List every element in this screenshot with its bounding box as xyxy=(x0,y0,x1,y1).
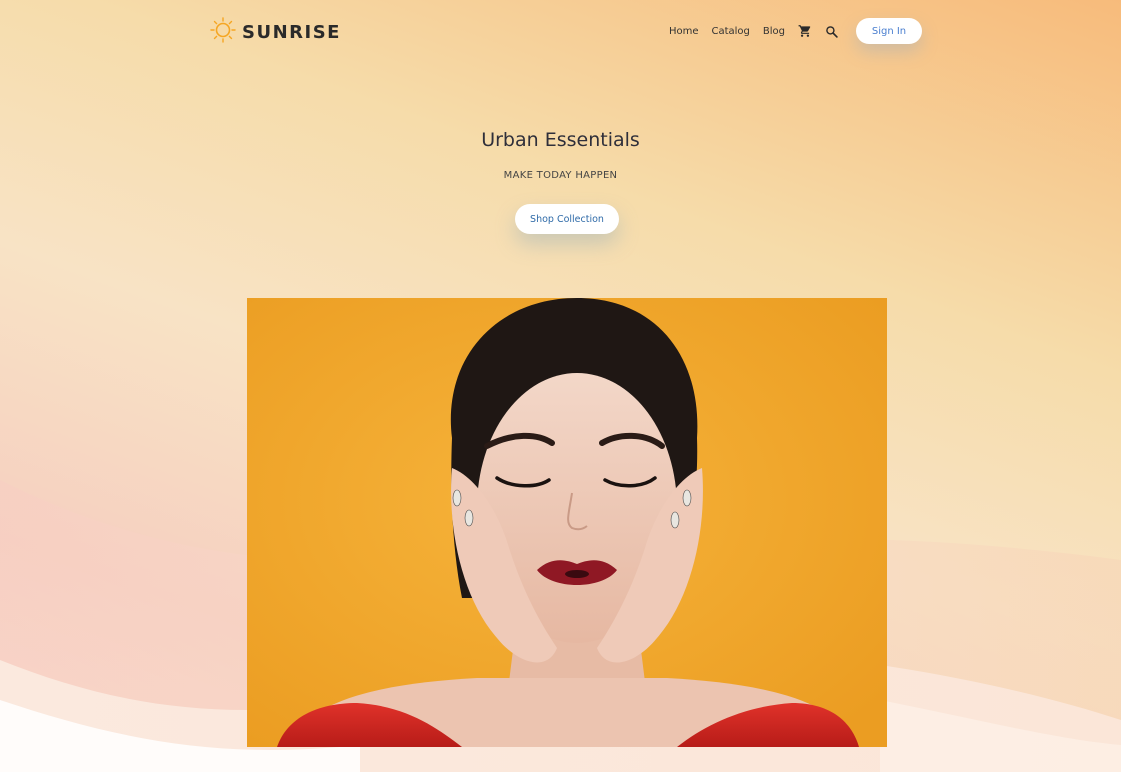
search-icon[interactable] xyxy=(825,25,838,38)
nav-link-blog[interactable]: Blog xyxy=(763,26,785,37)
nav-link-home[interactable]: Home xyxy=(669,26,699,37)
hero-title: Urban Essentials xyxy=(481,129,640,151)
nav-link-catalog[interactable]: Catalog xyxy=(711,26,749,37)
shop-collection-button[interactable]: Shop Collection xyxy=(515,204,619,234)
sign-in-button[interactable]: Sign In xyxy=(856,18,922,44)
brand-name: SUNRISE xyxy=(242,21,341,43)
hero-image xyxy=(247,298,887,747)
hero-subtitle: MAKE TODAY HAPPEN xyxy=(503,170,618,181)
sun-icon xyxy=(210,17,236,47)
landing-page: SUNRISE Home Catalog Blog Sign In Urban … xyxy=(0,0,1121,772)
main-nav: Home Catalog Blog Sign In xyxy=(669,17,922,45)
cart-icon[interactable] xyxy=(798,24,812,38)
brand-logo[interactable]: SUNRISE xyxy=(210,17,341,47)
portrait-illustration xyxy=(247,298,887,747)
